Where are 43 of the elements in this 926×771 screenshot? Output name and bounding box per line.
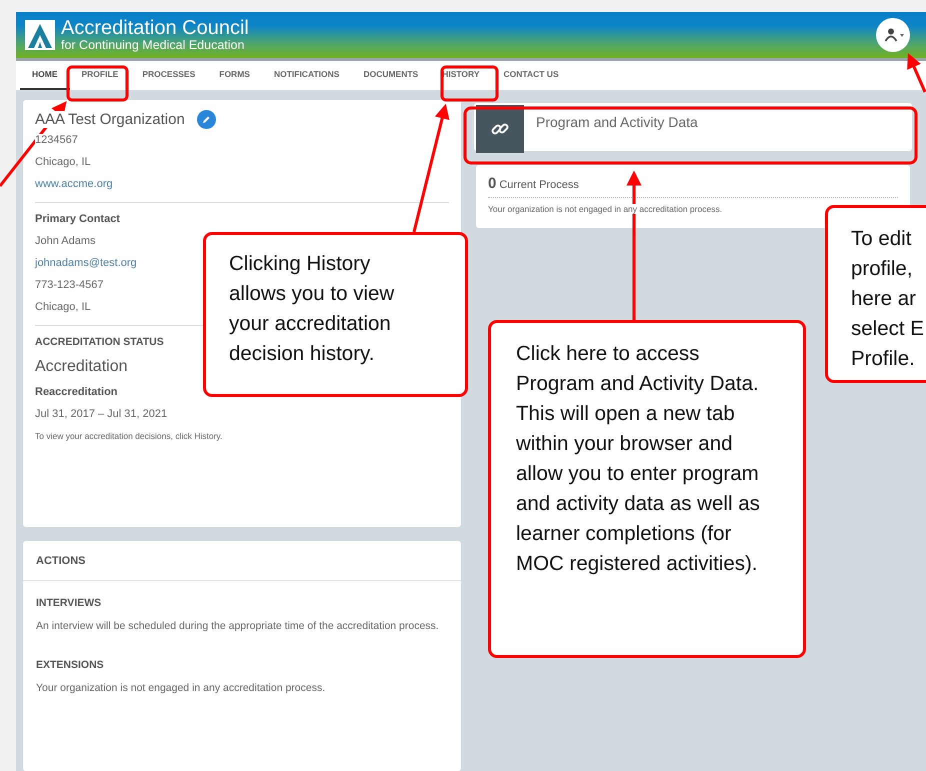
section-heading: EXTENSIONS xyxy=(36,659,105,671)
callout: To edit profile, here ar select E Profile. xyxy=(825,205,926,383)
nav-tab[interactable]: HISTORY xyxy=(430,60,492,90)
pencil-icon xyxy=(201,114,212,124)
status-heading: ACCREDITATION STATUS xyxy=(35,336,164,348)
accreditation-status: Accreditation xyxy=(35,358,128,376)
edit-button[interactable] xyxy=(196,110,216,129)
pointer-arrow xyxy=(907,53,926,93)
contact-email-link[interactable]: johnadams@test.org xyxy=(35,257,137,269)
history-note: To view your accreditation decisions, click History. xyxy=(35,431,224,441)
callout: Clicking History allows you to view your accreditation decision history. xyxy=(203,232,468,397)
organization-id: 1234567 xyxy=(35,134,78,146)
logo-subtitle: for Continuing Medical Education xyxy=(61,39,246,52)
contact-heading: Primary Contact xyxy=(35,213,120,225)
nav-tab[interactable]: NOTIFICATIONS xyxy=(262,60,352,90)
process-count: 0 xyxy=(488,175,496,192)
contact-phone: 773-123-4567 xyxy=(35,279,104,291)
process-label: Current Process xyxy=(499,179,579,191)
actions-title: ACTIONS xyxy=(23,541,461,581)
organization-name: AAA Test Organization xyxy=(35,111,185,128)
highlight-frame xyxy=(66,66,128,102)
highlight-frame xyxy=(440,66,498,102)
nav-tab[interactable]: PROFILE xyxy=(70,60,130,90)
nav-tab[interactable]: DOCUMENTS xyxy=(351,60,430,90)
organization-city: Chicago, IL xyxy=(35,156,91,168)
section-text: An interview will be scheduled during the appropriate time of the accreditation process. xyxy=(36,619,440,634)
person-icon xyxy=(884,28,906,42)
website-link[interactable]: www.accme.org xyxy=(35,178,113,190)
term-dates: Jul 31, 2017 – Jul 31, 2021 xyxy=(35,408,168,420)
user-menu-button[interactable] xyxy=(876,18,910,52)
nav-tab[interactable]: CONTACT US xyxy=(492,60,571,90)
callout: Click here to access Program and Activity Data. This will open a new tab within your browser and allow you to enter program and activity data as well as learner completions (for MOC registered activities). xyxy=(488,320,806,658)
program-data-card[interactable]: Program and Activity Data xyxy=(474,103,912,151)
process-text: Your organization is not engaged in any accreditation process. xyxy=(488,204,722,214)
term-heading: Reaccreditation xyxy=(35,386,118,398)
contact-name: John Adams xyxy=(35,235,96,247)
logo-title: Accreditation Council xyxy=(61,18,249,38)
nav-tab[interactable]: FORMS xyxy=(207,60,262,90)
section-text: Your organization is not engaged in any accreditation process. xyxy=(36,681,326,696)
section-heading: INTERVIEWS xyxy=(36,597,102,609)
nav-tab[interactable]: PROCESSES xyxy=(130,60,208,90)
contact-city: Chicago, IL xyxy=(35,301,91,313)
logo-icon xyxy=(25,20,55,50)
